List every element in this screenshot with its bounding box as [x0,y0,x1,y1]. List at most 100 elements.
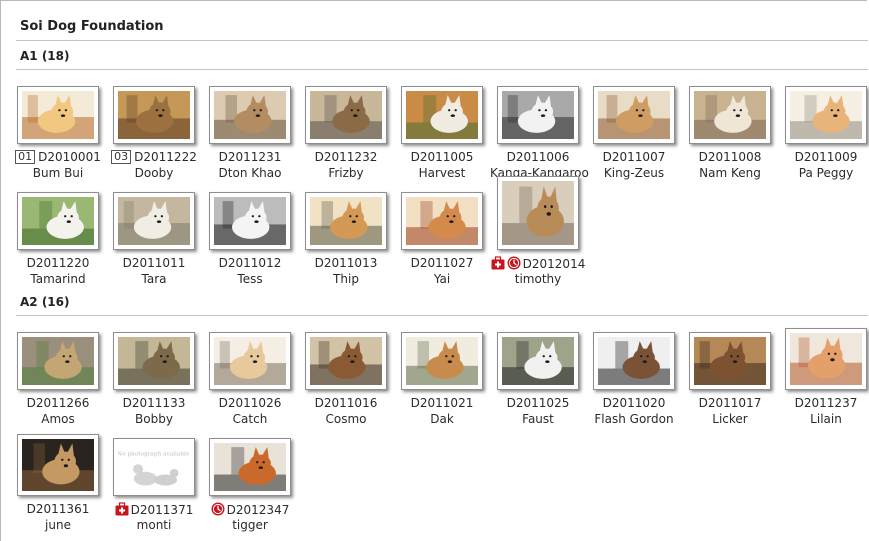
animal-name[interactable]: Catch [202,412,298,426]
first-aid-kit-icon[interactable] [115,502,129,516]
animal-name[interactable]: timothy [490,272,586,286]
animal-name[interactable]: Faust [490,412,586,426]
animal-name[interactable]: Thip [298,272,394,286]
animal-photo[interactable] [17,192,99,250]
animal-photo[interactable] [17,86,99,144]
animal-card[interactable]: D2011008 Nam Keng [682,80,778,184]
animal-photo[interactable] [113,192,195,250]
animal-code[interactable]: D2012014 [490,256,586,271]
animal-name[interactable]: monti [106,518,202,532]
animal-photo[interactable] [497,176,579,250]
animal-card[interactable]: No photograph available. D2011371 monti [106,432,202,536]
animal-card[interactable]: D2011005 Harvest [394,80,490,184]
animal-code[interactable]: D2011012 [202,256,298,270]
animal-photo[interactable] [593,332,675,390]
animal-card[interactable]: D2011020 Flash Gordon [586,326,682,430]
clock-icon[interactable] [211,502,225,516]
animal-code[interactable]: D2011220 [10,256,106,270]
animal-photo[interactable] [209,192,291,250]
animal-card[interactable]: D2011011 Tara [106,186,202,290]
animal-card[interactable]: D2011231 Dton Khao [202,80,298,184]
animal-code[interactable]: D2011266 [10,396,106,410]
animal-name[interactable]: Pa Peggy [778,166,869,180]
animal-code[interactable]: D2011005 [394,150,490,164]
animal-name[interactable]: Bum Bui [10,166,106,180]
animal-code[interactable]: D2011020 [586,396,682,410]
animal-code[interactable]: 01 D2010001 [10,150,106,164]
animal-photo[interactable] [785,86,867,144]
animal-code[interactable]: D2011027 [394,256,490,270]
animal-card[interactable]: D2011361 june [10,432,106,536]
animal-card[interactable]: D2011007 King-Zeus [586,80,682,184]
animal-card[interactable]: D2011025 Faust [490,326,586,430]
animal-code[interactable]: D2011007 [586,150,682,164]
animal-card[interactable]: 03 D2011222 Dooby [106,80,202,184]
animal-name[interactable]: Cosmo [298,412,394,426]
animal-name[interactable]: Tess [202,272,298,286]
clock-icon[interactable] [507,256,521,270]
animal-card[interactable]: D2011027 Yai [394,186,490,290]
animal-code[interactable]: D2011361 [10,502,106,516]
animal-photo[interactable] [209,438,291,496]
animal-card[interactable]: D2011220 Tamarind [10,186,106,290]
animal-name[interactable]: Licker [682,412,778,426]
animal-card[interactable]: D2011012 Tess [202,186,298,290]
animal-name[interactable]: tigger [202,518,298,532]
animal-photo[interactable] [497,332,579,390]
animal-photo[interactable] [17,434,99,496]
animal-name[interactable]: Amos [10,412,106,426]
animal-code[interactable]: D2011231 [202,150,298,164]
animal-card[interactable]: D2011133 Bobby [106,326,202,430]
first-aid-kit-icon[interactable] [491,256,505,270]
animal-card[interactable]: D2011266 Amos [10,326,106,430]
animal-code[interactable]: D2011013 [298,256,394,270]
animal-name[interactable]: Dak [394,412,490,426]
animal-code[interactable]: D2011232 [298,150,394,164]
animal-code[interactable]: D2011017 [682,396,778,410]
animal-photo[interactable] [401,332,483,390]
animal-name[interactable]: Bobby [106,412,202,426]
animal-photo[interactable] [305,192,387,250]
animal-code[interactable]: D2011008 [682,150,778,164]
animal-photo[interactable] [209,86,291,144]
animal-code[interactable]: D2011237 [778,396,869,410]
animal-name[interactable]: Flash Gordon [586,412,682,426]
animal-code[interactable]: D2011371 [106,502,202,517]
animal-photo[interactable]: No photograph available. [113,438,195,496]
animal-name[interactable]: Dooby [106,166,202,180]
animal-code[interactable]: D2011133 [106,396,202,410]
animal-photo[interactable] [113,332,195,390]
animal-code[interactable]: D2011026 [202,396,298,410]
animal-photo[interactable] [209,332,291,390]
animal-card[interactable]: D2011017 Licker [682,326,778,430]
animal-photo[interactable] [113,86,195,144]
animal-code[interactable]: D2011009 [778,150,869,164]
animal-card[interactable]: D2011013 Thip [298,186,394,290]
animal-code[interactable]: D2011021 [394,396,490,410]
animal-photo[interactable] [401,192,483,250]
animal-name[interactable]: King-Zeus [586,166,682,180]
animal-card[interactable]: D2011232 Frizby [298,80,394,184]
animal-card[interactable]: 01 D2010001 Bum Bui [10,80,106,184]
animal-name[interactable]: Harvest [394,166,490,180]
animal-photo[interactable] [689,332,771,390]
animal-name[interactable]: Dton Khao [202,166,298,180]
animal-photo[interactable] [305,86,387,144]
animal-card[interactable]: D2011016 Cosmo [298,326,394,430]
animal-photo[interactable] [593,86,675,144]
animal-card[interactable]: D2011021 Dak [394,326,490,430]
animal-name[interactable]: Nam Keng [682,166,778,180]
animal-card[interactable]: D2012014 timothy [490,176,586,290]
animal-name[interactable]: Frizby [298,166,394,180]
animal-photo[interactable] [689,86,771,144]
animal-name[interactable]: Tara [106,272,202,286]
animal-photo[interactable] [785,328,867,390]
animal-code[interactable]: D2011025 [490,396,586,410]
animal-card[interactable]: D2011026 Catch [202,326,298,430]
animal-photo[interactable] [497,86,579,144]
animal-code[interactable]: D2011011 [106,256,202,270]
animal-name[interactable]: Yai [394,272,490,286]
animal-name[interactable]: june [10,518,106,532]
animal-card[interactable]: D2011009 Pa Peggy [778,80,869,184]
animal-card[interactable]: D2011237 Lilain [778,326,869,430]
